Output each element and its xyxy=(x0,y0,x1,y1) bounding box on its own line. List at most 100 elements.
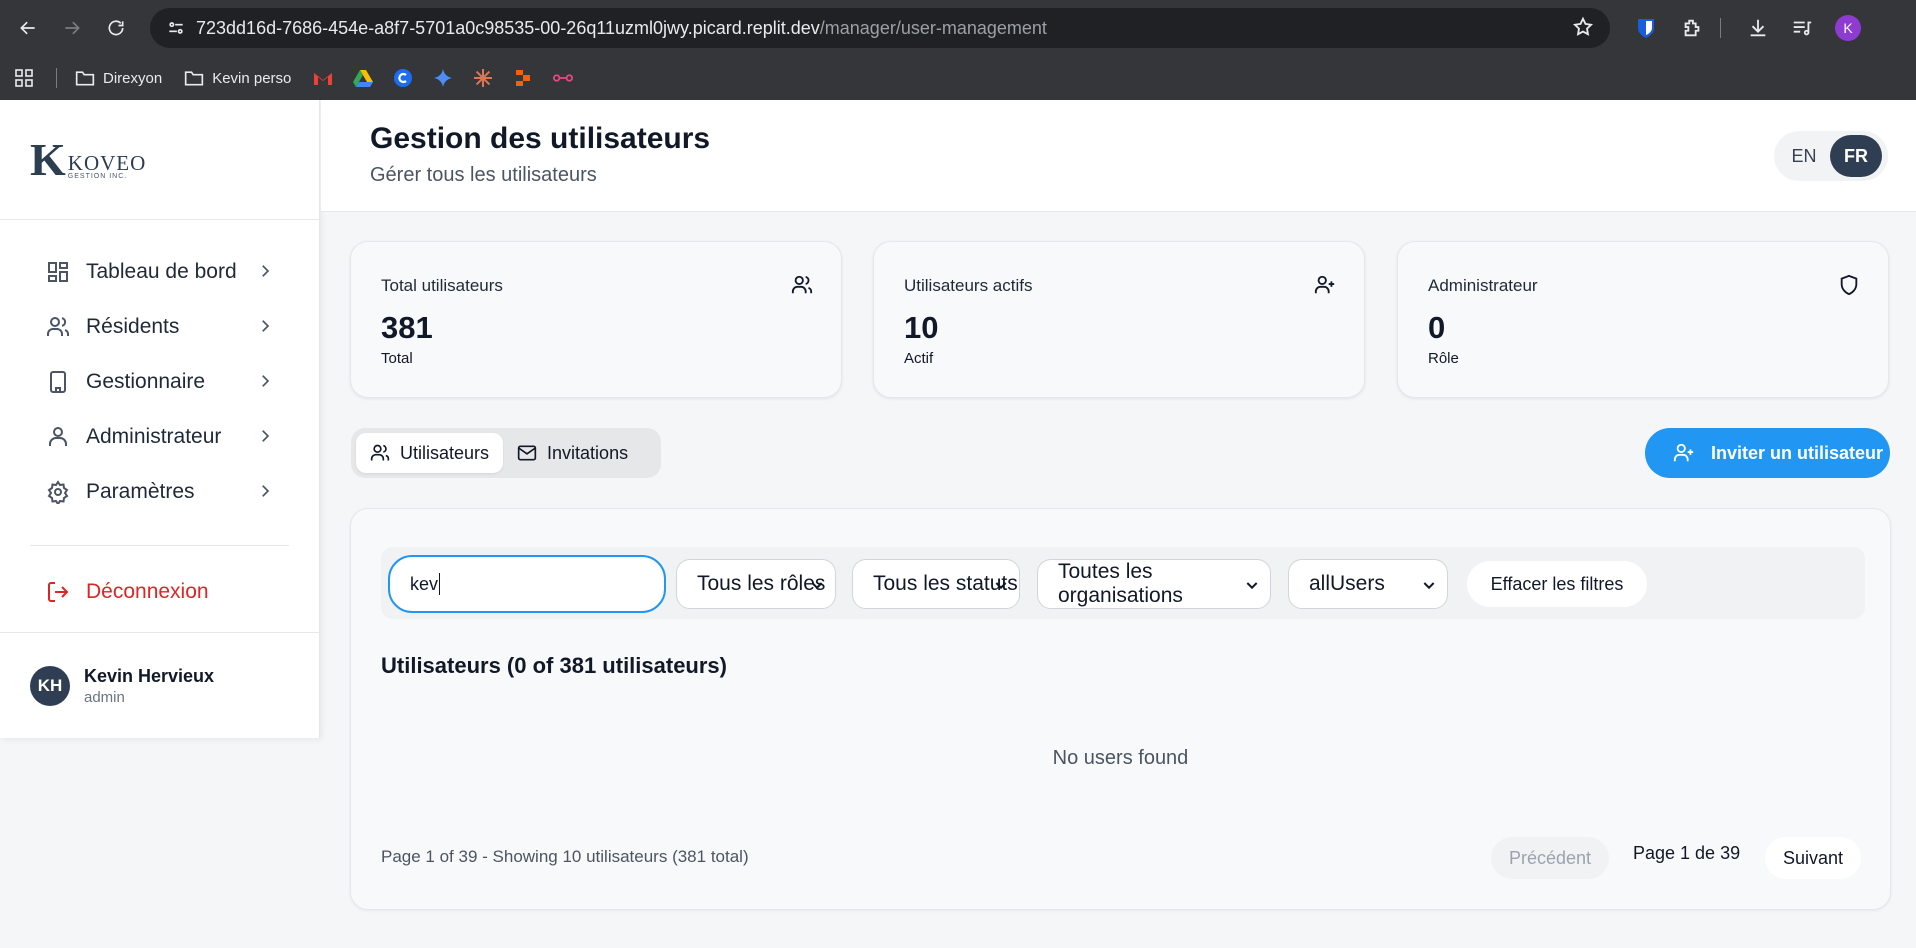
current-user[interactable]: KH Kevin Hervieux admin xyxy=(0,632,320,738)
users-icon xyxy=(791,275,813,294)
clear-filters-button[interactable]: Effacer les filtres xyxy=(1467,561,1647,607)
stat-sublabel: Actif xyxy=(904,350,934,367)
replit-icon[interactable] xyxy=(513,68,533,88)
text-caret xyxy=(439,573,441,595)
chevron-right-icon xyxy=(262,485,270,497)
sidebar-divider xyxy=(30,545,289,546)
mail-icon xyxy=(517,445,537,461)
google-drive-icon[interactable] xyxy=(353,68,374,88)
empty-state-message: No users found xyxy=(1052,747,1189,769)
arrow-right-icon xyxy=(65,21,80,35)
page-subtitle: Gérer tous les utilisateurs xyxy=(370,164,597,186)
building-icon xyxy=(50,370,66,393)
forward-button[interactable] xyxy=(52,8,92,48)
select-value: allUsers xyxy=(1309,572,1385,595)
logout-icon xyxy=(48,582,69,602)
dashboard-icon xyxy=(48,261,68,282)
stat-card-total-users: Total utilisateurs 381 Total xyxy=(350,241,842,398)
previous-page-button[interactable]: Précédent xyxy=(1491,837,1609,879)
scope-filter-select[interactable]: allUsers xyxy=(1288,559,1448,609)
extensions-icon[interactable] xyxy=(1672,8,1712,48)
company-logo[interactable]: K KOVEO GESTION INC. xyxy=(0,100,319,220)
chevron-right-icon xyxy=(262,430,270,442)
organization-filter-select[interactable]: Toutes les organisations xyxy=(1037,559,1271,609)
site-settings-icon[interactable] xyxy=(156,8,196,48)
sidebar-item-manager[interactable]: Gestionnaire xyxy=(0,354,319,409)
reload-button[interactable] xyxy=(96,8,136,48)
stat-card-admins: Administrateur 0 Rôle xyxy=(1397,241,1889,398)
sidebar-nav: Tableau de bord Résidents Gestionnaire A… xyxy=(0,220,319,519)
role-filter-select[interactable]: Tous les rôles xyxy=(676,559,836,609)
bookmark-direxyon[interactable]: Direxyon xyxy=(75,69,162,87)
logout-label: Déconnexion xyxy=(86,580,209,603)
gmail-icon[interactable] xyxy=(313,68,333,88)
select-value: Toutes les organisations xyxy=(1058,560,1183,607)
folder-icon xyxy=(75,71,95,86)
tab-label: Utilisateurs xyxy=(400,442,490,463)
logo-k-mark: K xyxy=(30,133,66,185)
lang-en-button[interactable]: EN xyxy=(1778,135,1830,177)
status-filter-select[interactable]: Tous les statuts xyxy=(852,559,1020,609)
back-button[interactable] xyxy=(8,8,48,48)
sidebar-item-label: Résidents xyxy=(86,314,180,338)
chevron-down-icon xyxy=(811,582,823,590)
sidebar-item-label: Administrateur xyxy=(86,424,222,448)
browser-toolbar: 723dd16d-7686-454e-a8f7-5701a0c98535-00-… xyxy=(0,0,1916,56)
user-name: Kevin Hervieux xyxy=(84,665,215,686)
stat-value: 0 xyxy=(1428,310,1446,345)
tab-users[interactable]: Utilisateurs xyxy=(356,433,504,473)
avatar: KH xyxy=(30,665,70,706)
claude-icon[interactable] xyxy=(473,68,493,88)
users-icon xyxy=(47,316,70,336)
reload-icon xyxy=(108,20,124,36)
apps-grid-icon[interactable] xyxy=(14,68,42,88)
user-plus-icon xyxy=(1673,443,1694,462)
sidebar-item-settings[interactable]: Paramètres xyxy=(0,464,319,519)
download-icon[interactable] xyxy=(1738,8,1778,48)
bitwarden-extension-icon[interactable] xyxy=(1626,8,1666,48)
chevron-down-icon xyxy=(1423,582,1435,590)
sidebar-item-label: Gestionnaire xyxy=(86,369,206,393)
lang-fr-button[interactable]: FR xyxy=(1830,135,1882,177)
tab-invitations[interactable]: Invitations xyxy=(503,433,642,473)
stat-card-active-users: Utilisateurs actifs 10 Actif xyxy=(873,241,1365,398)
tab-label: Invitations xyxy=(547,442,629,463)
stat-sublabel: Rôle xyxy=(1428,350,1459,367)
bookmark-kevin-perso[interactable]: Kevin perso xyxy=(184,69,291,87)
gemini-icon[interactable] xyxy=(433,68,453,88)
invite-user-button[interactable]: Inviter un utilisateur xyxy=(1645,428,1890,478)
logout-button[interactable]: Déconnexion xyxy=(0,566,319,618)
stat-value: 10 xyxy=(904,310,939,345)
sidebar-item-admin[interactable]: Administrateur xyxy=(0,409,319,464)
folder-icon xyxy=(185,71,204,86)
invite-button-label: Inviter un utilisateur xyxy=(1711,442,1884,463)
user-icon xyxy=(49,426,67,446)
bookmarks-bar: Direxyon Kevin perso xyxy=(0,56,1916,100)
search-input-value: kev xyxy=(410,573,439,594)
chevron-right-icon xyxy=(262,265,270,277)
chevron-right-icon xyxy=(262,375,270,387)
language-switcher: EN FR xyxy=(1774,131,1888,181)
toolbar-divider xyxy=(1720,18,1721,38)
stat-value: 381 xyxy=(381,310,433,345)
bookmark-star-icon[interactable] xyxy=(1572,16,1594,43)
make-icon[interactable] xyxy=(553,68,574,88)
logo-tagline: GESTION INC. xyxy=(67,172,128,180)
canva-icon[interactable] xyxy=(393,68,413,88)
next-page-button[interactable]: Suivant xyxy=(1765,837,1861,879)
profile-avatar: K xyxy=(1835,15,1861,41)
stat-sublabel: Total xyxy=(381,350,413,367)
address-bar[interactable]: 723dd16d-7686-454e-a8f7-5701a0c98535-00-… xyxy=(150,8,1610,48)
users-icon xyxy=(370,444,390,461)
sidebar-item-label: Tableau de bord xyxy=(86,259,237,283)
bookmark-label: Kevin perso xyxy=(212,69,292,87)
search-input[interactable]: kev xyxy=(388,555,666,613)
url-text: 723dd16d-7686-454e-a8f7-5701a0c98535-00-… xyxy=(196,17,1047,38)
sidebar-item-dashboard[interactable]: Tableau de bord xyxy=(0,244,319,299)
users-list-title: Utilisateurs (0 of 381 utilisateurs) xyxy=(381,653,727,678)
sidebar-item-residents[interactable]: Résidents xyxy=(0,299,319,354)
users-panel: kev Tous les rôles Tous les statuts Tout… xyxy=(350,508,1891,910)
media-control-icon[interactable] xyxy=(1782,8,1822,48)
profile-button[interactable]: K xyxy=(1828,8,1868,48)
sidebar: K KOVEO GESTION INC. Tableau de bord Rés… xyxy=(0,100,320,738)
